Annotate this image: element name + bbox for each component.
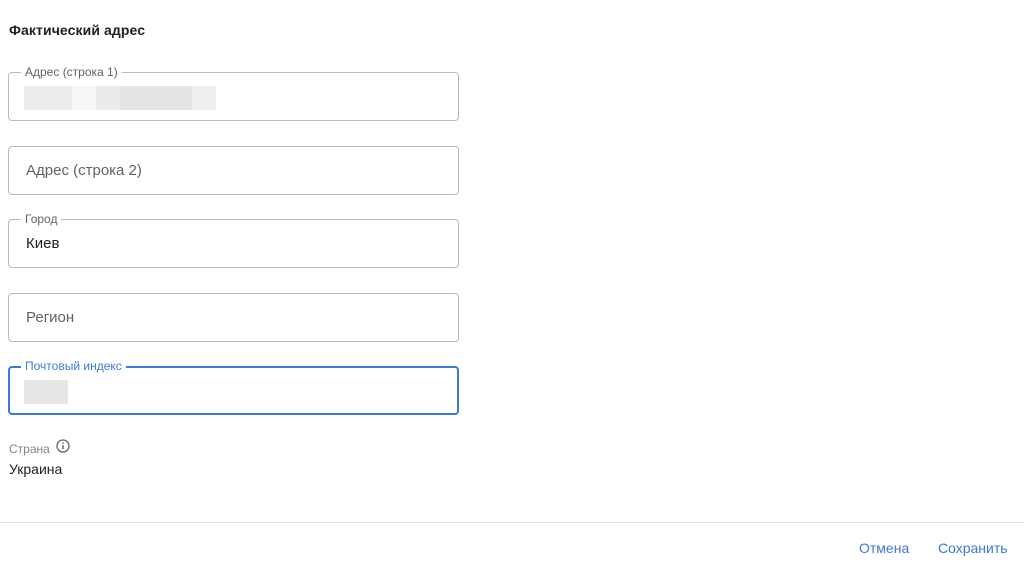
address-line2-field[interactable]: Адрес (строка 2) xyxy=(8,146,459,195)
footer-divider xyxy=(0,522,1024,523)
postal-code-redacted-value xyxy=(24,380,68,404)
info-icon[interactable] xyxy=(56,439,70,453)
address-form-page: Фактический адрес Адрес (строка 1) Адрес… xyxy=(0,0,1024,569)
city-label: Город xyxy=(21,212,62,226)
country-label-row: Страна xyxy=(9,439,70,456)
country-label: Страна xyxy=(9,442,50,456)
cancel-button[interactable]: Отмена xyxy=(859,540,909,556)
region-field[interactable]: Регион xyxy=(8,293,459,342)
region-placeholder: Регион xyxy=(26,309,75,326)
postal-code-label: Почтовый индекс xyxy=(21,359,126,373)
address-line1-label: Адрес (строка 1) xyxy=(21,65,122,79)
address-line1-redacted-value xyxy=(24,86,216,110)
city-value: Киев xyxy=(26,235,60,252)
postal-code-field[interactable]: Почтовый индекс xyxy=(8,359,459,415)
section-title: Фактический адрес xyxy=(9,22,146,38)
country-value: Украина xyxy=(9,461,63,477)
address-line1-field[interactable]: Адрес (строка 1) xyxy=(8,65,459,121)
save-button[interactable]: Сохранить xyxy=(938,540,1008,556)
address-line2-placeholder: Адрес (строка 2) xyxy=(26,162,142,179)
city-field[interactable]: Город Киев xyxy=(8,212,459,268)
